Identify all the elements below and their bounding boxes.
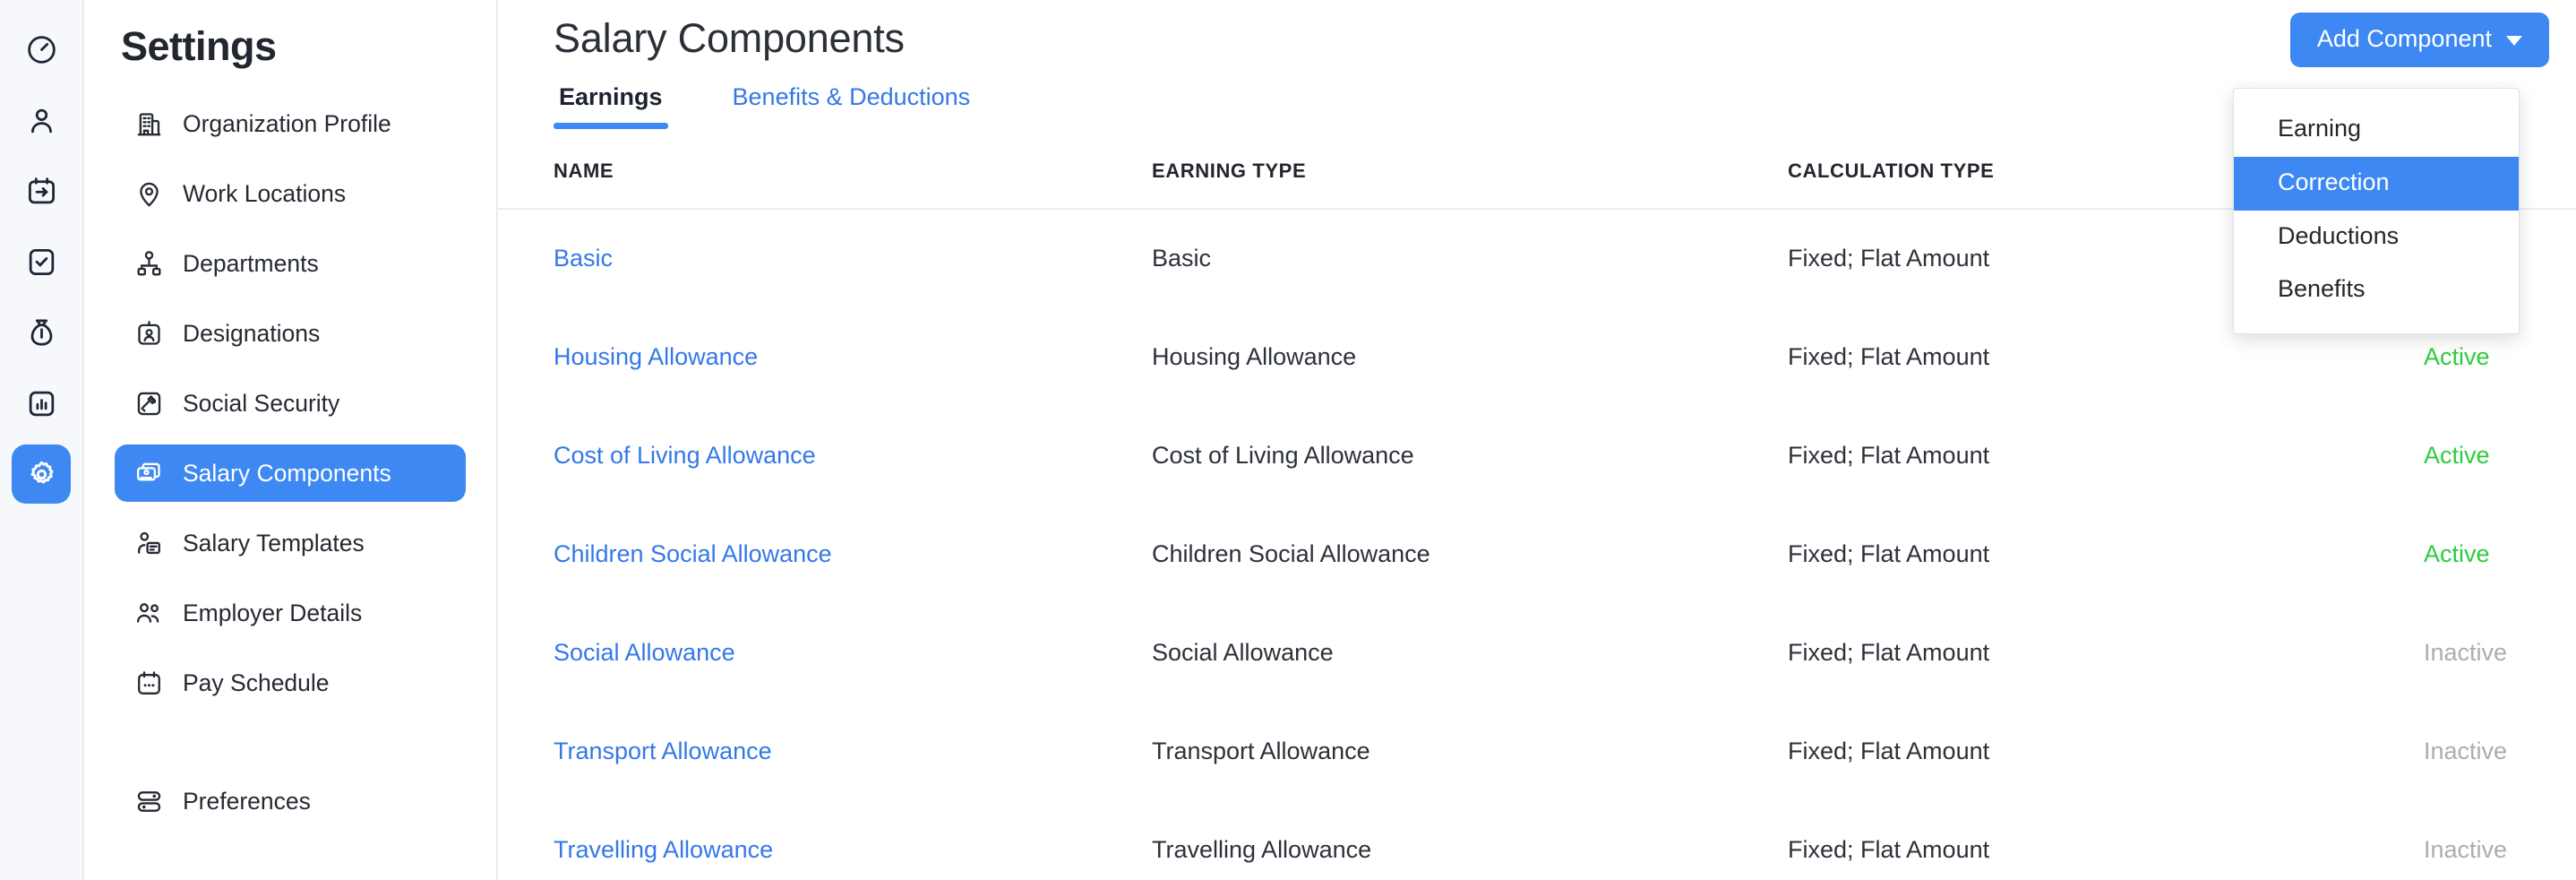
settings-sidebar: Settings Organization Profile Work Locat… bbox=[84, 0, 498, 880]
cell-earning-type: Basic bbox=[1152, 245, 1212, 272]
tab-earnings[interactable]: Earnings bbox=[554, 83, 668, 129]
cell-calculation-type: Fixed; Flat Amount bbox=[1788, 639, 1990, 666]
user-icon[interactable] bbox=[12, 91, 71, 150]
cell-earning-type: Social Allowance bbox=[1152, 639, 1334, 666]
sidebar-item-label: Salary Components bbox=[183, 459, 391, 487]
column-header-name[interactable]: NAME bbox=[498, 128, 1152, 210]
sidebar-item-salary-components[interactable]: Salary Components bbox=[115, 444, 466, 502]
dropdown-item-deductions[interactable]: Deductions bbox=[2234, 211, 2519, 264]
checkbox-task-icon[interactable] bbox=[12, 232, 71, 291]
people-icon bbox=[134, 599, 164, 628]
cell-calculation-type: Fixed; Flat Amount bbox=[1788, 738, 1990, 764]
sidebar-item-label: Employer Details bbox=[183, 599, 363, 626]
table-row[interactable]: Transport Allowance Transport Allowance … bbox=[498, 703, 2576, 801]
map-pin-icon bbox=[134, 179, 164, 209]
table-row[interactable]: Children Social Allowance Children Socia… bbox=[498, 505, 2576, 604]
status-badge: Inactive bbox=[2424, 836, 2508, 863]
clock-icon[interactable] bbox=[12, 20, 71, 79]
status-badge: Active bbox=[2424, 540, 2490, 567]
dropdown-item-correction[interactable]: Correction bbox=[2234, 156, 2519, 211]
page-header: Salary Components bbox=[498, 0, 2576, 65]
table-row[interactable]: Social Allowance Social Allowance Fixed;… bbox=[498, 604, 2576, 703]
sidebar-item-salary-templates[interactable]: Salary Templates bbox=[115, 514, 466, 572]
gavel-icon bbox=[134, 389, 164, 418]
main-content: Salary Components Earnings Benefits & De… bbox=[498, 0, 2576, 880]
sidebar-item-employer-details[interactable]: Employer Details bbox=[115, 584, 466, 642]
status-badge: Active bbox=[2424, 343, 2490, 370]
tab-benefits-deductions[interactable]: Benefits & Deductions bbox=[727, 83, 976, 129]
component-name-link[interactable]: Children Social Allowance bbox=[554, 540, 832, 567]
building-icon bbox=[134, 109, 164, 139]
add-component-dropdown-menu: Earning Correction Deductions Benefits bbox=[2233, 88, 2520, 334]
status-badge: Active bbox=[2424, 442, 2490, 469]
id-badge-icon bbox=[134, 319, 164, 349]
status-badge: Inactive bbox=[2424, 639, 2508, 666]
icon-rail bbox=[0, 0, 84, 880]
dropdown-item-earning[interactable]: Earning bbox=[2234, 103, 2519, 157]
gear-icon[interactable] bbox=[12, 444, 71, 504]
cell-calculation-type: Fixed; Flat Amount bbox=[1788, 442, 1990, 469]
page-title: Salary Components bbox=[554, 15, 905, 61]
cell-earning-type: Transport Allowance bbox=[1152, 738, 1370, 764]
sliders-icon bbox=[134, 787, 164, 816]
sidebar-item-label: Salary Templates bbox=[183, 529, 365, 556]
sidebar-item-preferences[interactable]: Preferences bbox=[115, 772, 466, 830]
sidebar-item-organization-profile[interactable]: Organization Profile bbox=[115, 95, 466, 152]
sidebar-item-departments[interactable]: Departments bbox=[115, 235, 466, 292]
sidebar-item-label: Social Security bbox=[183, 389, 340, 417]
sidebar-item-label: Work Locations bbox=[183, 179, 347, 207]
money-bag-icon[interactable] bbox=[12, 303, 71, 362]
table-row[interactable]: Travelling Allowance Travelling Allowanc… bbox=[498, 801, 2576, 880]
sidebar-nav: Organization Profile Work Locations Depa… bbox=[115, 95, 466, 830]
component-name-link[interactable]: Basic bbox=[554, 245, 613, 272]
salary-card-icon bbox=[134, 459, 164, 488]
sidebar-item-label: Designations bbox=[183, 319, 321, 347]
add-component-label: Add Component bbox=[2316, 25, 2492, 52]
sidebar-item-work-locations[interactable]: Work Locations bbox=[115, 165, 466, 222]
sidebar-item-label: Departments bbox=[183, 249, 319, 277]
org-chart-icon bbox=[134, 249, 164, 279]
cell-calculation-type: Fixed; Flat Amount bbox=[1788, 540, 1990, 567]
sidebar-item-label: Pay Schedule bbox=[183, 669, 330, 696]
bar-chart-icon[interactable] bbox=[12, 374, 71, 433]
sidebar-item-social-security[interactable]: Social Security bbox=[115, 375, 466, 432]
cell-earning-type: Children Social Allowance bbox=[1152, 540, 1430, 567]
chevron-down-icon bbox=[2506, 35, 2522, 46]
cell-earning-type: Travelling Allowance bbox=[1152, 836, 1372, 863]
cell-earning-type: Cost of Living Allowance bbox=[1152, 442, 1414, 469]
calendar-dots-icon bbox=[134, 669, 164, 698]
add-component-button[interactable]: Add Component bbox=[2289, 13, 2549, 67]
component-name-link[interactable]: Social Allowance bbox=[554, 639, 735, 666]
dropdown-item-benefits[interactable]: Benefits bbox=[2234, 263, 2519, 317]
cell-calculation-type: Fixed; Flat Amount bbox=[1788, 836, 1990, 863]
app-root: Settings Organization Profile Work Locat… bbox=[0, 0, 2576, 880]
sidebar-title: Settings bbox=[121, 23, 277, 69]
sidebar-item-designations[interactable]: Designations bbox=[115, 305, 466, 362]
column-header-earning-type[interactable]: EARNING TYPE bbox=[1152, 128, 1788, 210]
cell-earning-type: Housing Allowance bbox=[1152, 343, 1357, 370]
component-name-link[interactable]: Cost of Living Allowance bbox=[554, 442, 816, 469]
status-badge: Inactive bbox=[2424, 738, 2508, 764]
sidebar-divider-space bbox=[115, 724, 466, 772]
component-name-link[interactable]: Travelling Allowance bbox=[554, 836, 773, 863]
sidebar-item-label: Preferences bbox=[183, 787, 311, 815]
calendar-arrow-icon[interactable] bbox=[12, 161, 71, 220]
component-name-link[interactable]: Housing Allowance bbox=[554, 343, 758, 370]
table-row[interactable]: Cost of Living Allowance Cost of Living … bbox=[498, 407, 2576, 505]
component-name-link[interactable]: Transport Allowance bbox=[554, 738, 772, 764]
sidebar-item-label: Organization Profile bbox=[183, 109, 391, 137]
person-doc-icon bbox=[134, 529, 164, 558]
sidebar-item-pay-schedule[interactable]: Pay Schedule bbox=[115, 654, 466, 712]
